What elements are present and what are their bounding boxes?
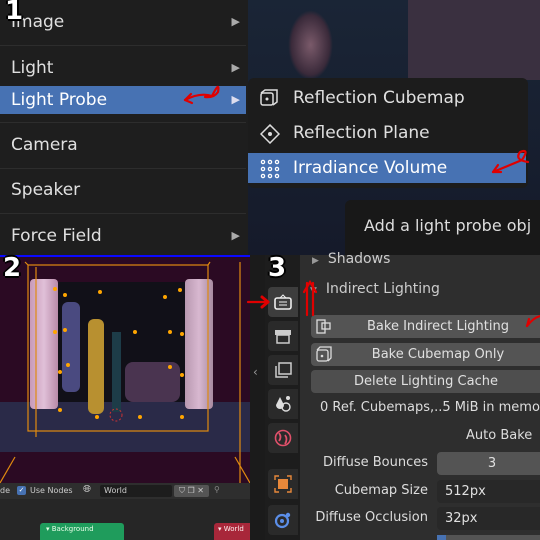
world-globe-icon [274, 429, 292, 447]
node-world-output[interactable]: ▾ World [214, 523, 250, 540]
divider [0, 122, 246, 123]
tab-object[interactable] [268, 469, 298, 499]
submenu-arrow-icon: ▶ [231, 93, 240, 106]
menu-item-light[interactable]: Light ▶ [0, 54, 246, 82]
bake-cubemap-only-button[interactable]: Bake Cubemap Only [311, 343, 540, 366]
tab-view-layer[interactable] [268, 355, 298, 385]
world-name-field[interactable]: World [100, 485, 172, 497]
tab-scene[interactable] [268, 389, 298, 419]
next-field-slider[interactable] [437, 535, 540, 540]
properties-tabs [265, 255, 300, 540]
3d-viewport-render[interactable] [0, 257, 250, 483]
menu-label: Light Probe [11, 90, 108, 110]
cubemap-size-dropdown[interactable]: 512px [437, 480, 540, 503]
use-nodes-checkbox[interactable]: ✓ [17, 486, 26, 495]
section-indirect-lighting[interactable]: ▼ Indirect Lighting [310, 281, 440, 297]
section-shadows[interactable]: ▶ Shadows [312, 251, 390, 267]
step-label-1: 1 [5, 0, 24, 26]
tab-output[interactable] [268, 321, 298, 351]
field-label: Diffuse Bounces [323, 455, 428, 470]
diffuse-bounces-field[interactable]: 3 [437, 452, 540, 475]
diamond-icon [260, 124, 280, 144]
submenu-arrow-icon: ▶ [231, 15, 240, 28]
field-label: Diffuse Occlusion [315, 510, 428, 525]
irradiance-volume-bounds [0, 261, 250, 483]
light-probe-submenu: Reflection Cubemap Reflection Plane Irra… [248, 78, 528, 188]
tab-physics[interactable] [268, 505, 298, 535]
section-label: Indirect Lighting [325, 281, 440, 297]
world-icon[interactable]: 🌐︎ [83, 484, 91, 495]
expand-chevron-icon[interactable]: ‹ [253, 365, 258, 379]
menu-label: Speaker [11, 180, 81, 200]
lighting-cache-info: 0 Ref. Cubemaps,..5 MiB in memo [320, 400, 540, 415]
render-icon [274, 294, 292, 310]
expanded-arrow-icon: ▼ [310, 286, 317, 296]
viewport-edge: ‹ [250, 255, 265, 540]
bake-indirect-lighting-button[interactable]: Bake Indirect Lighting [311, 315, 540, 338]
submenu-arrow-icon: ▶ [231, 61, 240, 74]
menu-item-reflection-plane[interactable]: Reflection Plane [248, 118, 526, 148]
auto-bake-label[interactable]: Auto Bake [466, 428, 532, 443]
submenu-arrow-icon: ▶ [231, 229, 240, 242]
menu-label: Light [11, 58, 54, 78]
delete-lighting-cache-button[interactable]: Delete Lighting Cache [311, 370, 540, 393]
node-background[interactable]: ▾ Background [40, 523, 124, 540]
tab-render[interactable] [268, 287, 298, 317]
divider [0, 45, 246, 46]
menu-item-light-probe[interactable]: Light Probe ▶ [0, 86, 246, 114]
divider [0, 168, 246, 169]
divider [0, 213, 246, 214]
menu-item-image[interactable]: Image ▶ [0, 8, 246, 36]
figure-thumbnail [288, 10, 333, 80]
button-label: Bake Cubemap Only [371, 347, 505, 362]
grid-dots-icon [260, 159, 280, 179]
world-actions[interactable]: ⛉ ❐ ✕ [174, 485, 209, 497]
image-stack-icon [275, 362, 292, 378]
probe-dots [53, 287, 184, 419]
tooltip: Add a light probe obj [345, 200, 540, 255]
world-header: de ✓ Use Nodes 🌐︎ World ⛉ ❐ ✕ ⚲ [0, 483, 250, 499]
cube-icon [260, 89, 278, 106]
physics-icon [274, 512, 291, 529]
scene-icon [276, 396, 291, 412]
cube-icon [316, 346, 332, 362]
menu-label: Camera [11, 135, 78, 155]
field-label: Cubemap Size [334, 483, 428, 498]
menu-label: Force Field [11, 226, 102, 246]
button-label: Delete Lighting Cache [354, 374, 498, 389]
menu-item-reflection-cubemap[interactable]: Reflection Cubemap [248, 83, 526, 113]
use-nodes-label: Use Nodes [30, 486, 73, 495]
bake-icon [316, 319, 331, 334]
node-title: World [223, 525, 244, 533]
node-editor[interactable]: ▾ Background ▾ World [0, 499, 250, 540]
menu-label: Reflection Plane [293, 123, 430, 143]
menu-item-speaker[interactable]: Speaker [0, 176, 246, 204]
button-label: Bake Indirect Lighting [367, 319, 509, 334]
background-wall [408, 0, 540, 80]
add-menu: Image ▶ Light ▶ Light Probe ▶ Camera Speake… [0, 0, 248, 255]
step-label-3: 3 [268, 253, 287, 283]
node-title: Background [51, 525, 94, 533]
menu-label: Irradiance Volume [293, 158, 448, 178]
collapsed-arrow-icon: ▶ [312, 256, 319, 266]
tab-world[interactable] [268, 423, 298, 453]
printer-icon [275, 330, 291, 344]
section-label: Shadows [327, 251, 391, 267]
diffuse-occlusion-dropdown[interactable]: 32px [437, 507, 540, 530]
menu-item-irradiance-volume[interactable]: Irradiance Volume [248, 153, 526, 183]
tooltip-text: Add a light probe obj [364, 216, 532, 235]
menu-item-camera[interactable]: Camera [0, 131, 246, 159]
object-icon [274, 475, 292, 493]
header-label: de [0, 486, 10, 495]
step-label-2: 2 [3, 253, 22, 283]
menu-label: Reflection Cubemap [293, 88, 465, 108]
menu-item-force-field[interactable]: Force Field ▶ [0, 222, 246, 250]
pin-icon[interactable]: ⚲ [214, 485, 220, 494]
